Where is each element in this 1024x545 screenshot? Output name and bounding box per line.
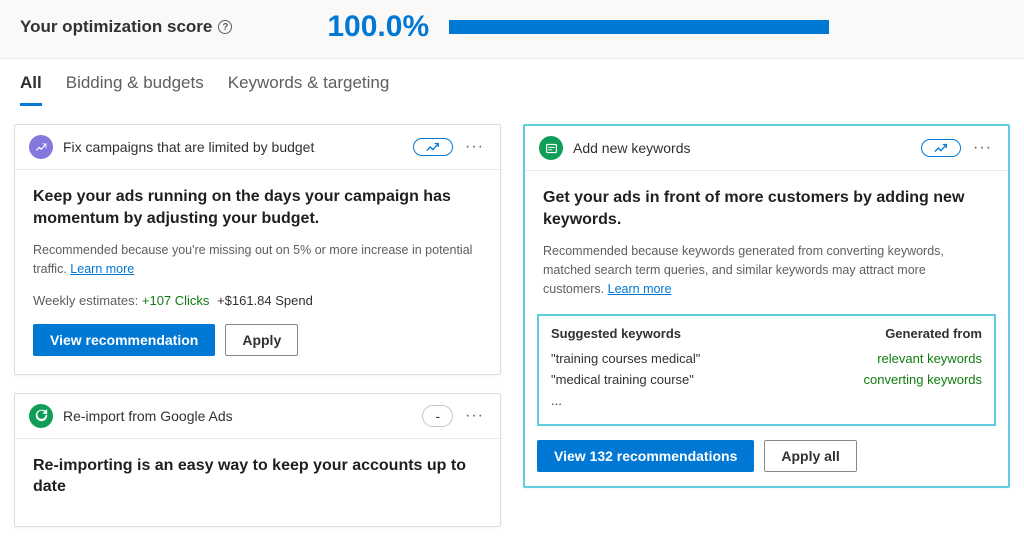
apply-button[interactable]: Apply (225, 324, 298, 356)
progress-track (449, 20, 829, 34)
cards-col-right: Add new keywords ··· Get your ads in fro… (523, 124, 1010, 488)
card-headline: Keep your ads running on the days your c… (33, 186, 482, 229)
card-title: Re-import from Google Ads (63, 408, 412, 424)
trend-badge[interactable] (413, 138, 453, 156)
tab-bidding-budgets[interactable]: Bidding & budgets (66, 73, 204, 106)
more-icon[interactable]: ··· (463, 407, 486, 425)
card-reason: Recommended because keywords generated f… (543, 242, 990, 298)
score-value: 100.0% (327, 10, 429, 44)
card-header: Fix campaigns that are limited by budget… (15, 125, 500, 170)
suggested-keywords-box: Suggested keywords Generated from "train… (537, 314, 996, 426)
import-icon (29, 404, 53, 428)
trend-badge[interactable] (921, 139, 961, 157)
score-label-text: Your optimization score (20, 17, 212, 37)
cards-col-left: Fix campaigns that are limited by budget… (14, 124, 501, 527)
suggested-head: Suggested keywords (551, 326, 681, 341)
score-label: Your optimization score ? (20, 17, 232, 37)
card-header: Re-import from Google Ads - ··· (15, 394, 500, 439)
weekly-estimates: Weekly estimates: +107 Clicks +$161.84 S… (33, 293, 482, 308)
trend-badge[interactable]: - (422, 405, 453, 427)
card-fix-budget: Fix campaigns that are limited by budget… (14, 124, 501, 375)
trend-up-icon (426, 141, 440, 153)
learn-more-link[interactable]: Learn more (70, 262, 134, 276)
card-reason: Recommended because you're missing out o… (33, 241, 482, 279)
estimate-spend: +$161.84 Spend (217, 293, 313, 308)
keyword-icon (539, 136, 563, 160)
view-recommendations-button[interactable]: View 132 recommendations (537, 440, 754, 472)
keyword-term: "training courses medical" (551, 351, 700, 366)
estimate-label: Weekly estimates: (33, 293, 138, 308)
card-title: Add new keywords (573, 140, 911, 156)
optimization-score-bar: Your optimization score ? 100.0% (0, 0, 1024, 59)
card-actions: View 132 recommendations Apply all (525, 440, 1008, 486)
cards-grid: Fix campaigns that are limited by budget… (0, 106, 1024, 545)
keyword-term: ... (551, 393, 562, 408)
kw-columns-head: Suggested keywords Generated from (551, 326, 982, 341)
more-icon[interactable]: ··· (971, 139, 994, 157)
card-headline: Re-importing is an easy way to keep your… (33, 455, 482, 498)
more-icon[interactable]: ··· (463, 138, 486, 156)
card-add-keywords: Add new keywords ··· Get your ads in fro… (523, 124, 1010, 488)
card-header: Add new keywords ··· (525, 126, 1008, 171)
card-body: Get your ads in front of more customers … (525, 171, 1008, 314)
estimate-clicks: +107 Clicks (142, 293, 210, 308)
help-icon[interactable]: ? (218, 20, 232, 34)
apply-all-button[interactable]: Apply all (764, 440, 856, 472)
card-headline: Get your ads in front of more customers … (543, 187, 990, 230)
keyword-source: relevant keywords (877, 351, 982, 366)
trend-up-icon (934, 142, 948, 154)
card-body: Re-importing is an easy way to keep your… (15, 439, 500, 526)
keyword-term: "medical training course" (551, 372, 694, 387)
view-recommendation-button[interactable]: View recommendation (33, 324, 215, 356)
tab-all[interactable]: All (20, 73, 42, 106)
progress-fill (449, 20, 829, 34)
generated-head: Generated from (885, 326, 982, 341)
keyword-row: ... (551, 393, 982, 408)
card-body: Keep your ads running on the days your c… (15, 170, 500, 324)
chart-up-icon (29, 135, 53, 159)
keyword-row: "medical training course" converting key… (551, 372, 982, 387)
tab-strip: All Bidding & budgets Keywords & targeti… (0, 59, 1024, 106)
tab-keywords-targeting[interactable]: Keywords & targeting (228, 73, 390, 106)
card-reimport: Re-import from Google Ads - ··· Re-impor… (14, 393, 501, 527)
keyword-source: converting keywords (864, 372, 983, 387)
learn-more-link[interactable]: Learn more (608, 282, 672, 296)
card-actions: View recommendation Apply (15, 324, 500, 374)
reason-text: Recommended because keywords generated f… (543, 244, 944, 296)
keyword-row: "training courses medical" relevant keyw… (551, 351, 982, 366)
card-title: Fix campaigns that are limited by budget (63, 139, 403, 155)
